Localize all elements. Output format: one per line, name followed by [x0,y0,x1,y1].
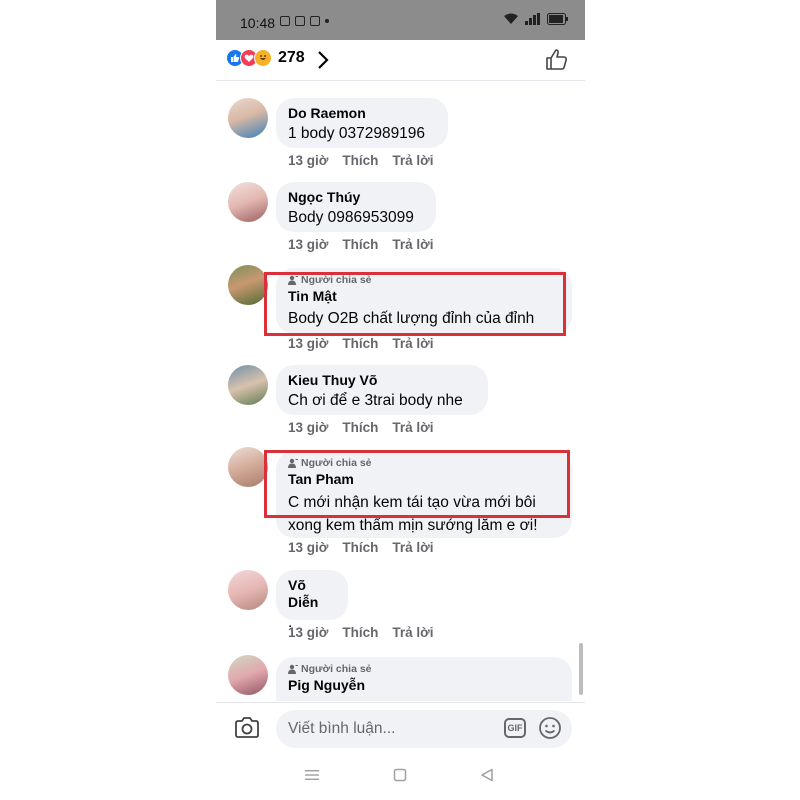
phone-screen: 10:48 278 Do Raemon 1 body 0372989196 13… [216,0,585,800]
like-button[interactable]: Thích [342,237,378,252]
person-icon [288,664,298,674]
system-icons [503,13,569,25]
comment-input-placeholder: Viết bình luận... [288,720,396,737]
comment-time[interactable]: 13 giờ [288,540,328,555]
comment-bubble: Người chia sẻ Pig Nguyễn [276,657,572,701]
scrollbar[interactable] [579,643,583,695]
like-button[interactable]: Thích [342,336,378,351]
comment-author[interactable]: Kieu Thuy Võ [288,372,476,389]
comment-bubble: Do Raemon 1 body 0372989196 [276,98,448,148]
reply-button[interactable]: Trả lời [392,237,433,252]
comment-time[interactable]: 13 giờ [288,153,328,168]
comment-bubble: Kieu Thuy Võ Ch ơi để e 3trai body nhe [276,365,488,415]
like-button[interactable]: Thích [342,420,378,435]
signal-icon [525,13,540,25]
comment-actions: 13 giờ Thích Trả lời [288,237,434,252]
chevron-right-icon[interactable] [316,50,330,70]
haha-reaction-icon [254,49,272,67]
sharer-label: Người chia sẻ [301,663,372,675]
avatar[interactable] [228,447,268,487]
comment-text: 1 body 0372989196 [288,125,426,142]
comment-time[interactable]: 13 giờ [288,420,328,435]
notification-icon [280,16,290,26]
like-button[interactable]: Thích [342,540,378,555]
highlight-box [264,272,566,336]
comment-actions: 13 giờ Thích Trả lời [288,336,434,351]
avatar[interactable] [228,182,268,222]
comment-author[interactable]: Ngọc Thúy [288,189,424,206]
comment-bubble: Ngọc Thúy Body 0986953099 [276,182,436,232]
comment-actions: 13 giờ Thích Trả lời [288,420,434,435]
comment-text: Ch ơi để e 3trai body nhe [288,392,463,409]
thumbs-up-icon[interactable] [545,48,569,72]
comment-actions: 13 giờ Thích Trả lời [288,625,434,640]
more-dot-icon [325,19,329,23]
status-time: 10:48 [240,15,276,31]
like-button[interactable]: Thích [342,625,378,640]
notification-icons [280,16,329,26]
avatar[interactable] [228,265,268,305]
gif-icon[interactable]: GIF [504,718,526,738]
comment-composer: Viết bình luận... GIF [216,702,585,755]
comment-bubble: Võ Diễn . [276,570,348,631]
avatar[interactable] [228,98,268,138]
system-nav-bar [216,755,585,800]
avatar[interactable] [228,570,268,610]
reply-button[interactable]: Trả lời [392,540,433,555]
reactions-header: 278 [216,40,585,81]
reply-button[interactable]: Trả lời [392,153,433,168]
notification-icon [310,16,320,26]
home-square-icon[interactable] [393,768,407,782]
reply-button[interactable]: Trả lời [392,420,433,435]
comment-time[interactable]: 13 giờ [288,237,328,252]
comment-text: Body 0986953099 [288,209,414,226]
reply-button[interactable]: Trả lời [392,336,433,351]
camera-icon[interactable] [234,717,260,739]
sharer-badge: Người chia sẻ [288,663,560,675]
comment-actions: 13 giờ Thích Trả lời [288,540,434,555]
comment-time[interactable]: 13 giờ [288,625,328,640]
comment-list: Do Raemon 1 body 0372989196 13 giờ Thích… [216,81,585,701]
reply-button[interactable]: Trả lời [392,625,433,640]
comment-author[interactable]: Pig Nguyễn [288,677,560,694]
battery-icon [547,13,568,25]
highlight-box [264,450,570,518]
comment-actions: 13 giờ Thích Trả lời [288,153,434,168]
emoji-icon[interactable] [538,716,562,740]
comment-author[interactable]: Võ Diễn [288,577,336,611]
reaction-summary[interactable]: 278 [226,49,305,67]
back-triangle-icon[interactable] [480,768,494,782]
comment-input[interactable]: Viết bình luận... GIF [276,710,572,748]
menu-icon[interactable] [304,768,320,782]
comment-time[interactable]: 13 giờ [288,336,328,351]
avatar[interactable] [228,655,268,695]
reaction-count: 278 [278,49,305,66]
status-bar: 10:48 [216,0,585,40]
comment-author[interactable]: Do Raemon [288,105,436,122]
wifi-icon [504,13,518,24]
avatar[interactable] [228,365,268,405]
notification-icon [295,16,305,26]
like-button[interactable]: Thích [342,153,378,168]
